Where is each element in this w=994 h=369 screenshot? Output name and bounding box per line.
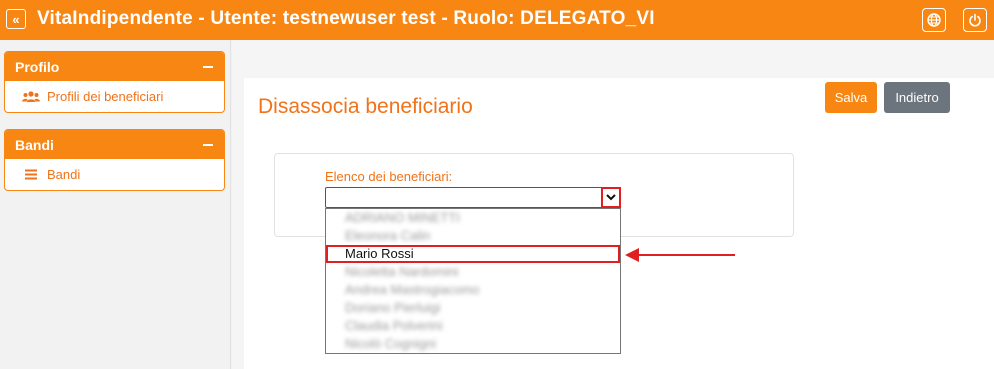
power-icon bbox=[969, 13, 981, 27]
dropdown-option[interactable]: ADRIANO MINETTI bbox=[326, 209, 620, 227]
dropdown-option[interactable]: Eleonora Calin bbox=[326, 227, 620, 245]
collapse-sidebar-button[interactable]: « bbox=[6, 9, 26, 29]
collapse-minus-icon[interactable] bbox=[203, 143, 213, 146]
globe-icon bbox=[927, 13, 941, 27]
dropdown-option[interactable]: Nicolò Cognigni bbox=[326, 335, 620, 353]
sidebar-item-profili-beneficiari[interactable]: Profili dei beneficiari bbox=[5, 81, 224, 112]
sidebar-section-title: Profilo bbox=[15, 58, 60, 75]
sidebar-section-bandi: Bandi Bandi bbox=[4, 129, 225, 191]
sidebar-section-header-profilo[interactable]: Profilo bbox=[5, 52, 224, 81]
sidebar-item-label: Bandi bbox=[47, 167, 81, 182]
back-button[interactable]: Indietro bbox=[884, 82, 950, 113]
users-icon bbox=[22, 90, 40, 103]
sidebar-section-header-bandi[interactable]: Bandi bbox=[5, 130, 224, 159]
double-chevron-left-icon: « bbox=[12, 11, 20, 27]
sidebar-item-label: Profili dei beneficiari bbox=[47, 89, 164, 104]
dropdown-option[interactable]: Claudia Polverini bbox=[326, 317, 620, 335]
dropdown-option[interactable]: Andrea Mastrogiacomo bbox=[326, 281, 620, 299]
sidebar-section-title: Bandi bbox=[15, 136, 54, 153]
sidebar: Profilo Profili dei beneficiari Bandi Ba… bbox=[0, 40, 231, 369]
dropdown-option[interactable]: Doriano Pierluigi bbox=[326, 299, 620, 317]
logout-button[interactable] bbox=[963, 8, 987, 32]
save-button[interactable]: Salva bbox=[825, 82, 877, 113]
sidebar-section-profilo: Profilo Profili dei beneficiari bbox=[4, 51, 225, 113]
page-title: Disassocia beneficiario bbox=[258, 95, 473, 118]
pointer-arrow-icon bbox=[625, 248, 735, 262]
app-title: VitaIndipendente - Utente: testnewuser t… bbox=[37, 8, 655, 29]
chevron-down-icon bbox=[606, 194, 616, 201]
language-button[interactable] bbox=[922, 8, 946, 32]
beneficiari-select[interactable] bbox=[325, 187, 621, 208]
beneficiari-dropdown-list: ADRIANO MINETTI Eleonora Calin Mario Ros… bbox=[325, 208, 621, 354]
dropdown-option[interactable]: Nicoletta Nardomini bbox=[326, 263, 620, 281]
list-icon bbox=[22, 169, 40, 180]
top-navbar: « VitaIndipendente - Utente: testnewuser… bbox=[0, 0, 994, 40]
collapse-minus-icon[interactable] bbox=[203, 65, 213, 68]
sidebar-item-bandi[interactable]: Bandi bbox=[5, 159, 224, 190]
beneficiari-label: Elenco dei beneficiari: bbox=[325, 169, 453, 184]
dropdown-option-highlighted[interactable]: Mario Rossi bbox=[326, 245, 620, 263]
select-toggle[interactable] bbox=[601, 187, 621, 208]
